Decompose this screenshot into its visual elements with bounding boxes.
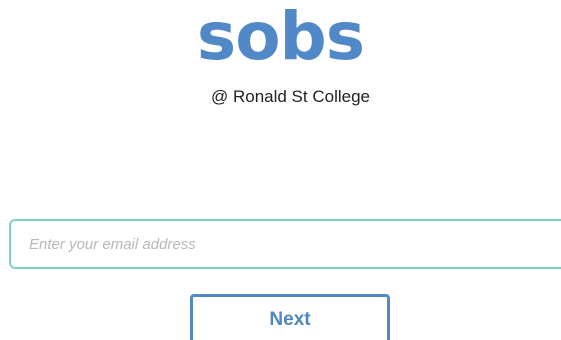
email-input[interactable] [9,219,561,269]
sobs-logo: sobs [196,0,365,75]
next-button[interactable]: Next [190,294,390,340]
school-name: @ Ronald St College [210,87,370,106]
login-page: sobs @ Ronald St College Next [0,0,561,340]
